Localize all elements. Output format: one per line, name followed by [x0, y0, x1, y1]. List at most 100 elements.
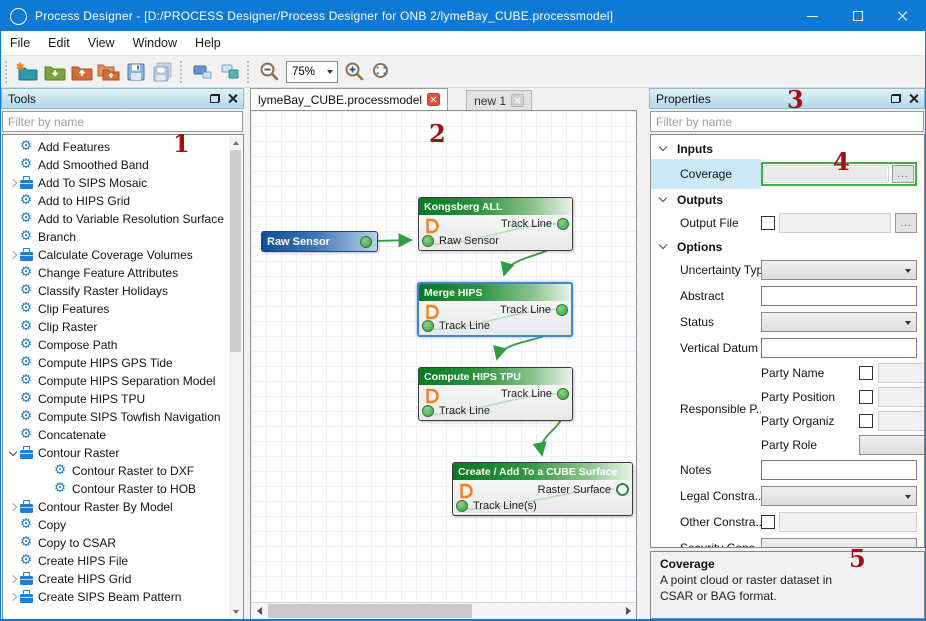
scrollbar-thumb[interactable] — [268, 604, 472, 618]
node-create-cube-surface[interactable]: Create / Add To a CUBE Surface Raster Su… — [452, 462, 633, 516]
output-port-row[interactable]: Track Line — [500, 304, 568, 316]
close-panel-icon[interactable] — [228, 94, 237, 103]
tool-item-add-features[interactable]: ⚙Add Features — [3, 138, 229, 156]
input-port-row[interactable]: Track Line(s) — [456, 500, 537, 512]
output-port[interactable] — [556, 304, 568, 316]
scroll-up-icon[interactable] — [229, 136, 242, 149]
tool-item-compute-hips-separation-model[interactable]: ⚙Compute HIPS Separation Model — [3, 372, 229, 390]
tool-item-create-hips-file[interactable]: ⚙Create HIPS File — [3, 552, 229, 570]
tool-item-contour-raster-to-hob[interactable]: ⚙Contour Raster to HOB — [3, 480, 229, 498]
tools-filter-input[interactable] — [2, 111, 243, 132]
coverage-browse-button[interactable]: ... — [892, 165, 914, 183]
minimize-button[interactable] — [790, 1, 835, 31]
output-port[interactable] — [557, 218, 569, 230]
party-name-checkbox[interactable] — [859, 366, 873, 380]
close-panel-icon[interactable] — [909, 94, 918, 103]
tool-item-clip-features[interactable]: ⚙Clip Features — [3, 300, 229, 318]
tool-item-contour-raster[interactable]: Contour Raster — [3, 444, 229, 462]
property-group-outputs[interactable]: Outputs — [651, 189, 924, 210]
save-all-button[interactable] — [149, 59, 176, 85]
party-role-dropdown[interactable] — [859, 435, 925, 455]
tool-item-compute-sips-towfish-navigation[interactable]: ⚙Compute SIPS Towfish Navigation — [3, 408, 229, 426]
tool-item-copy[interactable]: ⚙Copy — [3, 516, 229, 534]
chevron-collapsed-icon[interactable] — [5, 576, 20, 582]
input-port-row[interactable]: Track Line — [422, 320, 490, 332]
tool-item-add-to-sips-mosaic[interactable]: Add To SIPS Mosaic — [3, 174, 229, 192]
zoom-fit-button[interactable] — [368, 59, 395, 85]
tool-item-compose-path[interactable]: ⚙Compose Path — [3, 336, 229, 354]
output-file-checkbox[interactable] — [761, 216, 775, 230]
party-position-checkbox[interactable] — [859, 390, 873, 404]
scrollbar-thumb[interactable] — [230, 150, 241, 352]
menu-window[interactable]: Window — [124, 31, 186, 55]
save-button[interactable] — [122, 59, 149, 85]
output-port[interactable] — [616, 483, 629, 496]
zoom-in-button[interactable] — [341, 59, 368, 85]
abstract-field[interactable] — [761, 286, 917, 306]
output-port[interactable] — [360, 236, 372, 248]
chevron-collapsed-icon[interactable] — [5, 594, 20, 600]
tool-item-compute-hips-tpu[interactable]: ⚙Compute HIPS TPU — [3, 390, 229, 408]
tab-lymebay-cube[interactable]: lymeBay_CUBE.processmodel — [250, 88, 448, 110]
tool-item-compute-hips-gps-tide[interactable]: ⚙Compute HIPS GPS Tide — [3, 354, 229, 372]
chevron-expanded-icon[interactable] — [659, 241, 667, 249]
tool-item-create-hips-grid[interactable]: Create HIPS Grid — [3, 570, 229, 588]
node-kongsberg-all[interactable]: Kongsberg ALL Track Line Raw Sensor — [418, 197, 573, 251]
float-panel-icon[interactable] — [891, 94, 901, 103]
input-port[interactable] — [456, 500, 468, 512]
node-raw-sensor[interactable]: Raw Sensor — [261, 231, 378, 252]
tool-item-clip-raster[interactable]: ⚙Clip Raster — [3, 318, 229, 336]
tool-item-copy-to-csar[interactable]: ⚙Copy to CSAR — [3, 534, 229, 552]
import-button[interactable] — [68, 59, 95, 85]
status-dropdown[interactable] — [761, 312, 917, 332]
bring-forward-button[interactable] — [189, 59, 216, 85]
menu-view[interactable]: View — [79, 31, 124, 55]
tool-item-add-to-variable-resolution-surface[interactable]: ⚙Add to Variable Resolution Surface — [3, 210, 229, 228]
tool-item-classify-raster-holidays[interactable]: ⚙Classify Raster Holidays — [3, 282, 229, 300]
output-port[interactable] — [557, 388, 569, 400]
properties-filter-input[interactable] — [650, 111, 924, 132]
tool-item-change-feature-attributes[interactable]: ⚙Change Feature Attributes — [3, 264, 229, 282]
zoom-out-button[interactable] — [256, 59, 283, 85]
tool-item-add-smoothed-band[interactable]: ⚙Add Smoothed Band — [3, 156, 229, 174]
notes-field[interactable] — [761, 460, 917, 480]
input-port[interactable] — [422, 405, 434, 417]
output-port-row[interactable]: Track Line — [501, 218, 569, 230]
process-canvas[interactable]: Raw Sensor Kongsberg ALL Track Line — [250, 110, 637, 620]
node-compute-hips-tpu[interactable]: Compute HIPS TPU Track Line Track Li — [418, 367, 573, 421]
scroll-left-icon[interactable] — [251, 603, 267, 619]
node-merge-hips[interactable]: Merge HIPS Track Line Track Line — [417, 282, 573, 337]
close-tab-icon[interactable] — [511, 94, 524, 107]
vertical-datum-field[interactable] — [761, 338, 917, 358]
input-port-row[interactable]: Raw Sensor — [422, 235, 499, 247]
input-port-row[interactable]: Track Line — [422, 405, 490, 417]
property-group-inputs[interactable]: Inputs — [651, 138, 924, 159]
output-port-row[interactable]: Raster Surface — [538, 483, 629, 496]
coverage-field[interactable] — [764, 165, 889, 183]
close-tab-icon[interactable] — [427, 93, 440, 106]
send-backward-button[interactable] — [216, 59, 243, 85]
tools-panel-header[interactable]: Tools — [1, 88, 244, 109]
menu-file[interactable]: File — [1, 31, 39, 55]
party-organiz-checkbox[interactable] — [859, 414, 873, 428]
close-button[interactable] — [880, 1, 925, 31]
tool-item-branch[interactable]: ⚙Branch — [3, 228, 229, 246]
legal-constra-dropdown[interactable] — [761, 486, 917, 506]
chevron-collapsed-icon[interactable] — [5, 504, 20, 510]
uncertainty-type-dropdown[interactable] — [761, 260, 917, 280]
input-port[interactable] — [422, 320, 434, 332]
chevron-expanded-icon[interactable] — [659, 194, 667, 202]
other-constra-checkbox[interactable] — [761, 515, 775, 529]
scroll-right-icon[interactable] — [620, 603, 636, 619]
open-model-button[interactable] — [41, 59, 68, 85]
security-cons-dropdown[interactable] — [761, 538, 917, 548]
tool-item-calculate-coverage-volumes[interactable]: Calculate Coverage Volumes — [3, 246, 229, 264]
scroll-down-icon[interactable] — [229, 605, 242, 618]
tool-item-contour-raster-by-model[interactable]: Contour Raster By Model — [3, 498, 229, 516]
zoom-level-combobox[interactable]: 75% — [286, 61, 338, 83]
tool-item-add-to-hips-grid[interactable]: ⚙Add to HIPS Grid — [3, 192, 229, 210]
input-port[interactable] — [422, 235, 434, 247]
output-port-row[interactable]: Track Line — [501, 388, 569, 400]
property-group-options[interactable]: Options — [651, 236, 924, 257]
tool-item-concatenate[interactable]: ⚙Concatenate — [3, 426, 229, 444]
